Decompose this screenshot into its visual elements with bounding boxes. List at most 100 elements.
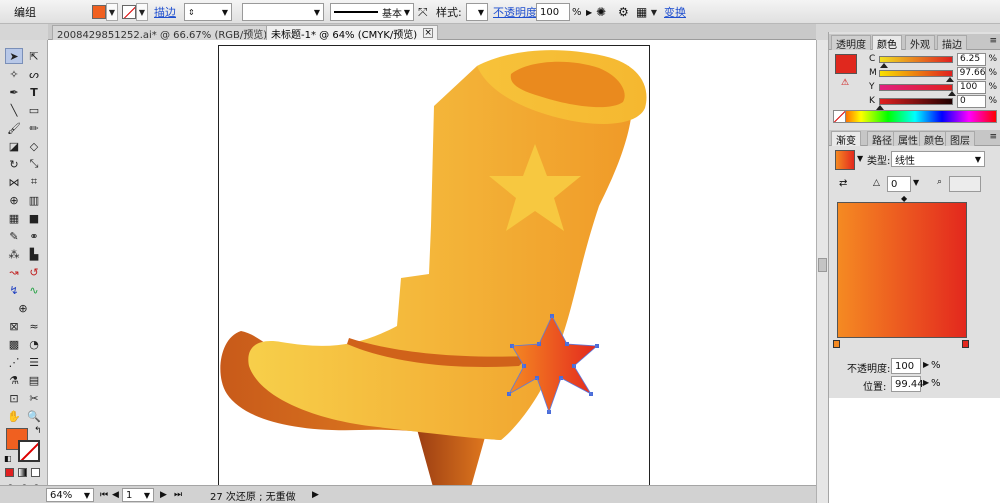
prev-page-icon[interactable]: ◀: [112, 488, 119, 502]
tab-layers[interactable]: 图层: [945, 131, 975, 147]
eraser-tool-icon[interactable]: ◇: [25, 138, 43, 154]
gradient-ramp[interactable]: [837, 202, 967, 338]
boot-artwork[interactable]: [219, 46, 651, 487]
stop-opacity-dropdown-icon[interactable]: ▶: [923, 360, 929, 369]
measure-tool-icon[interactable]: ▤: [25, 372, 43, 388]
selection-tool-icon[interactable]: ➤: [5, 48, 23, 64]
gamut-warning-icon[interactable]: ⚠: [841, 78, 849, 88]
color-spectrum[interactable]: [833, 110, 997, 123]
stroke-swatch[interactable]: [122, 3, 136, 21]
pen-tool-icon[interactable]: ✒: [5, 84, 23, 100]
next-page-icon[interactable]: ▶: [160, 488, 167, 502]
gradient-swatch-dropdown-icon[interactable]: ▼: [857, 154, 863, 163]
direct-selection-tool-icon[interactable]: ⇱: [25, 48, 43, 64]
chart-tool-icon[interactable]: ◔: [25, 336, 43, 352]
opacity-link[interactable]: 不透明度:: [493, 3, 541, 21]
stroke-color-swatch[interactable]: [18, 440, 40, 462]
eyedropper-tool-icon[interactable]: ✎: [5, 228, 23, 244]
scrollbar-thumb[interactable]: [818, 258, 827, 272]
reverse-gradient-icon[interactable]: ⇄: [839, 178, 847, 189]
style-field[interactable]: ▼: [466, 3, 488, 21]
page-field[interactable]: 1 ▼: [122, 488, 154, 502]
angle-field[interactable]: 0: [887, 176, 911, 192]
tab-document-2[interactable]: 未标题-1* @ 64% (CMYK/预览) ×: [266, 25, 439, 41]
y-value-field[interactable]: 100: [957, 80, 987, 94]
blend-tool-icon[interactable]: ⚭: [25, 228, 43, 244]
opacity-field[interactable]: 100: [536, 3, 570, 21]
swap-colors-icon[interactable]: ↰: [34, 426, 42, 436]
tab-transparency[interactable]: 透明度: [831, 35, 871, 51]
transform-link[interactable]: 变换: [664, 3, 686, 21]
pucker-tool-icon[interactable]: ↯: [5, 282, 23, 298]
pencil-tool-icon[interactable]: ✏: [25, 120, 43, 136]
opacity-arrow-icon[interactable]: ▶: [586, 3, 592, 21]
color-mode-icon[interactable]: [5, 468, 14, 477]
stop-location-dropdown-icon[interactable]: ▶: [923, 378, 929, 387]
gradient-mode-icon[interactable]: [18, 468, 27, 477]
scale-tool-icon[interactable]: ⤡: [25, 156, 43, 172]
live-paint-tool-icon[interactable]: ▥: [25, 192, 43, 208]
bar-tool-icon[interactable]: ☰: [25, 354, 43, 370]
stroke-weight-field[interactable]: ⇕ ▼: [184, 3, 232, 21]
gradient-stop-end[interactable]: [962, 340, 969, 348]
stroke-dropdown-icon[interactable]: ▼: [136, 3, 148, 21]
grid-tool-icon[interactable]: ▩: [5, 336, 23, 352]
m-value-field[interactable]: 97.66: [956, 66, 987, 80]
magic-wand-tool-icon[interactable]: ✧: [5, 66, 23, 82]
recolor-icon[interactable]: ✺: [596, 3, 606, 21]
brush-definition-field[interactable]: 基本 ▼: [330, 3, 414, 21]
stroke-link[interactable]: 描边: [154, 3, 176, 21]
tab-stroke[interactable]: 描边: [937, 35, 967, 51]
color-panel-swatch[interactable]: [835, 54, 857, 74]
envelope-tool-icon[interactable]: ⊠: [5, 318, 23, 334]
shape-builder-tool-icon[interactable]: ⊕: [5, 192, 23, 208]
aspect-ratio-field[interactable]: [949, 176, 981, 192]
paintbrush-tool-icon[interactable]: 🖌: [5, 120, 23, 136]
close-icon[interactable]: ×: [423, 28, 434, 38]
rotate-tool-icon[interactable]: ↻: [5, 156, 23, 172]
variable-width-field[interactable]: ▼: [242, 3, 324, 21]
gear-icon[interactable]: ⚙: [618, 3, 629, 21]
gradient-stop-start[interactable]: [833, 340, 840, 348]
align-dropdown-icon[interactable]: ▼: [648, 3, 660, 21]
tab-appearance[interactable]: 外观: [905, 35, 935, 51]
tab-gradient[interactable]: 渐变: [831, 131, 861, 147]
none-mode-icon[interactable]: [31, 468, 40, 477]
c-slider[interactable]: [878, 55, 954, 68]
fill-dropdown-icon[interactable]: ▼: [106, 3, 118, 21]
eyedropper-2-tool-icon[interactable]: ⚗: [5, 372, 23, 388]
mesh-tool-icon[interactable]: ⊕: [14, 300, 32, 316]
bloat-tool-icon[interactable]: ∿: [25, 282, 43, 298]
k-value-field[interactable]: 0: [957, 94, 987, 108]
gradient-tool-icon[interactable]: ■: [25, 210, 43, 226]
warp-tool-icon[interactable]: ↝: [5, 264, 23, 280]
blob-brush-tool-icon[interactable]: ◪: [5, 138, 23, 154]
hand-tool-icon[interactable]: ✋: [5, 408, 23, 424]
lasso-tool-icon[interactable]: ᔕ: [25, 66, 43, 82]
align-icon[interactable]: ▦: [636, 3, 647, 21]
column-graph-tool-icon[interactable]: ▙: [25, 246, 43, 262]
symbol-sprayer-tool-icon[interactable]: ⁂: [5, 246, 23, 262]
vertical-scrollbar[interactable]: [816, 40, 828, 503]
tab-color[interactable]: 颜色: [872, 35, 902, 51]
wave-tool-icon[interactable]: ≈: [25, 318, 43, 334]
zoom-tool-icon[interactable]: 🔍: [25, 408, 43, 424]
k-slider[interactable]: [875, 97, 954, 110]
last-page-icon[interactable]: ⏭: [174, 488, 182, 502]
default-colors-icon[interactable]: ◧: [4, 454, 12, 463]
status-menu-icon[interactable]: ▶: [312, 488, 319, 502]
panel-menu-icon[interactable]: ≡: [989, 132, 997, 142]
first-page-icon[interactable]: ⏮: [100, 488, 108, 502]
free-transform-tool-icon[interactable]: ⌗: [25, 174, 43, 190]
arrange-icon[interactable]: ⤧: [418, 3, 428, 21]
perspective-grid-tool-icon[interactable]: ▦: [5, 210, 23, 226]
twirl-tool-icon[interactable]: ↺: [25, 264, 43, 280]
c-value-field[interactable]: 6.25: [957, 52, 987, 66]
m-slider[interactable]: [878, 69, 955, 82]
scissors-tool-icon[interactable]: ✂: [25, 390, 43, 406]
artboard-tool-icon[interactable]: ⊡: [5, 390, 23, 406]
zoom-field[interactable]: 64% ▼: [46, 488, 94, 502]
tab-document-1[interactable]: 2008429851252.ai* @ 66.67% (RGB/预览) ×: [52, 25, 289, 41]
type-tool-icon[interactable]: T: [25, 84, 43, 100]
gradient-swatch[interactable]: [835, 150, 855, 170]
